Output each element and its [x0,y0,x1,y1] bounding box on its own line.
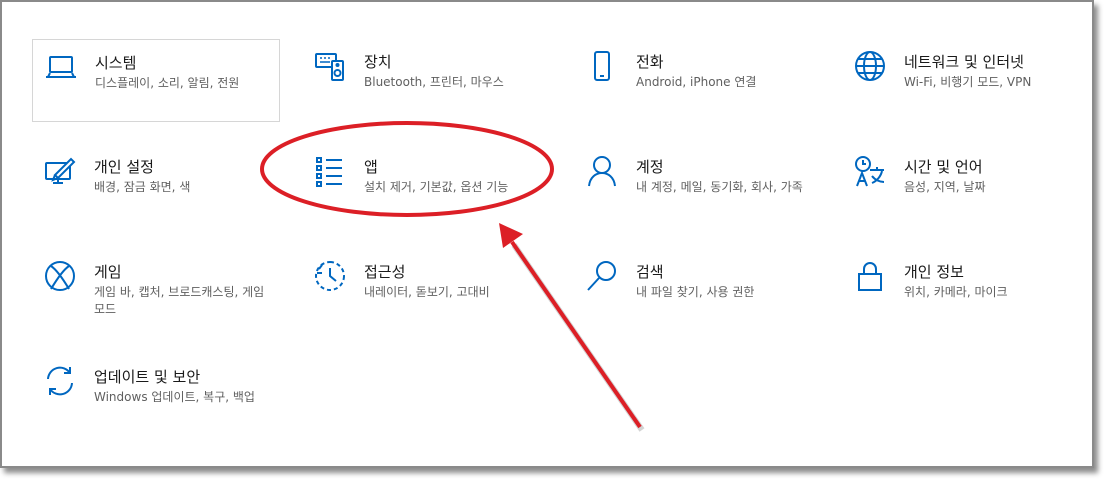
tile-title: 접근성 [364,263,406,281]
ease-of-access-icon [313,259,347,293]
sync-icon [43,364,77,398]
personalize-icon [43,154,77,188]
devices-icon [313,49,347,83]
time-language-icon [853,154,887,188]
tile-time-language[interactable]: 시간 및 언어 음성, 지역, 날짜 [842,144,1090,227]
tile-description: 음성, 지역, 날짜 [904,180,986,194]
tile-apps[interactable]: 앱 설치 제거, 기본값, 옵션 기능 [302,144,550,227]
settings-window: 시스템 디스플레이, 소리, 알림, 전원 장치 Bluetooth, 프린터,… [0,0,1094,468]
tile-description: Bluetooth, 프린터, 마우스 [364,75,504,89]
tile-title: 앱 [364,158,378,176]
tile-description: 내 계정, 메일, 동기화, 회사, 가족 [636,180,803,194]
tile-devices[interactable]: 장치 Bluetooth, 프린터, 마우스 [302,39,550,122]
tile-title: 네트워크 및 인터넷 [904,53,1024,71]
tile-system[interactable]: 시스템 디스플레이, 소리, 알림, 전원 [32,39,280,122]
tile-title: 시간 및 언어 [904,158,983,176]
tile-title: 시스템 [95,54,137,72]
tile-title: 전화 [636,53,664,71]
tile-description: 내레이터, 돋보기, 고대비 [364,285,490,299]
tile-description: 내 파일 찾기, 사용 권한 [636,285,755,299]
tile-network[interactable]: 네트워크 및 인터넷 Wi-Fi, 비행기 모드, VPN [842,39,1090,122]
tile-description: 디스플레이, 소리, 알림, 전원 [95,76,240,90]
tile-description: 게임 바, 캡처, 브로드캐스팅, 게임 모드 [94,285,265,316]
tile-title: 개인 설정 [94,158,154,176]
person-icon [585,154,619,188]
tile-privacy[interactable]: 개인 정보 위치, 카메라, 마이크 [842,249,1090,332]
phone-icon [585,49,619,83]
xbox-icon [43,259,77,293]
tile-title: 계정 [636,158,664,176]
tile-description: 배경, 잠금 화면, 색 [94,180,191,194]
tile-title: 검색 [636,263,664,281]
tile-description: 설치 제거, 기본값, 옵션 기능 [364,180,509,194]
tile-description: 위치, 카메라, 마이크 [904,285,1008,299]
tile-search[interactable]: 검색 내 파일 찾기, 사용 권한 [574,249,822,332]
tile-title: 장치 [364,53,392,71]
tile-description: Wi-Fi, 비행기 모드, VPN [904,75,1032,89]
laptop-icon [44,50,78,84]
search-icon [585,259,619,293]
tile-update-security[interactable]: 업데이트 및 보안 Windows 업데이트, 복구, 백업 [32,354,280,437]
tile-title: 게임 [94,263,122,281]
tile-description: Android, iPhone 연결 [636,75,757,89]
tile-phone[interactable]: 전화 Android, iPhone 연결 [574,39,822,122]
tile-accounts[interactable]: 계정 내 계정, 메일, 동기화, 회사, 가족 [574,144,822,227]
tile-title: 업데이트 및 보안 [94,368,201,386]
globe-icon [853,49,887,83]
tile-description: Windows 업데이트, 복구, 백업 [94,390,255,404]
tile-ease-of-access[interactable]: 접근성 내레이터, 돋보기, 고대비 [302,249,550,332]
tile-title: 개인 정보 [904,263,964,281]
tile-personalization[interactable]: 개인 설정 배경, 잠금 화면, 색 [32,144,280,227]
lock-icon [853,259,887,293]
apps-list-icon [313,154,347,188]
tile-gaming[interactable]: 게임 게임 바, 캡처, 브로드캐스팅, 게임 모드 [32,249,280,332]
